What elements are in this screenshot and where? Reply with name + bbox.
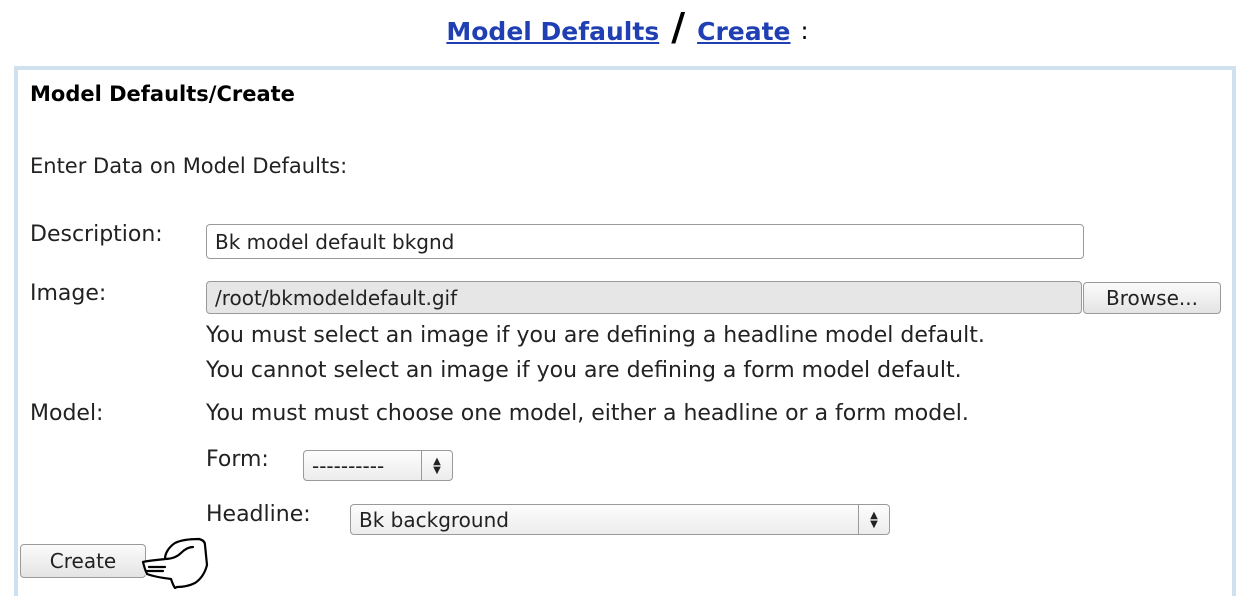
image-note-form: You cannot select an image if you are de… [206,358,962,383]
image-note-headline: You must select an image if you are defi… [206,323,985,348]
breadcrumb-model-defaults-link[interactable]: Model Defaults [446,17,659,46]
breadcrumb-separator: / [671,5,686,49]
description-value: Bk model default bkgnd [215,229,455,254]
breadcrumb-create-link[interactable]: Create [697,17,790,46]
image-file-field[interactable]: /root/bkmodeldefault.gif [206,281,1082,314]
form-select-label: Form: [206,447,269,472]
image-label: Image: [30,281,107,306]
intro-text: Enter Data on Model Defaults: [30,154,348,178]
description-label: Description: [30,222,163,247]
browse-button[interactable]: Browse... [1083,282,1221,314]
description-field[interactable]: Bk model default bkgnd [206,224,1084,259]
breadcrumb-colon: : [800,17,809,45]
form-select-value: ---------- [312,453,385,478]
form-panel: Model Defaults/Create Enter Data on Mode… [14,66,1236,596]
headline-select-label: Headline: [206,502,311,527]
panel-title: Model Defaults/Create [30,82,295,106]
breadcrumb: Model Defaults / Create : [0,0,1255,62]
model-note: You must must choose one model, either a… [206,401,969,426]
model-label: Model: [30,401,104,426]
up-down-arrows-icon: ▲ ▼ [858,505,889,534]
headline-model-select[interactable]: Bk background ▲ ▼ [350,504,890,535]
create-button[interactable]: Create [20,544,146,578]
form-model-select[interactable]: ---------- ▲ ▼ [303,450,453,481]
up-down-arrows-icon: ▲ ▼ [421,451,452,480]
image-path-value: /root/bkmodeldefault.gif [215,285,458,310]
pointing-hand-icon [141,537,209,589]
headline-select-value: Bk background [359,507,509,532]
